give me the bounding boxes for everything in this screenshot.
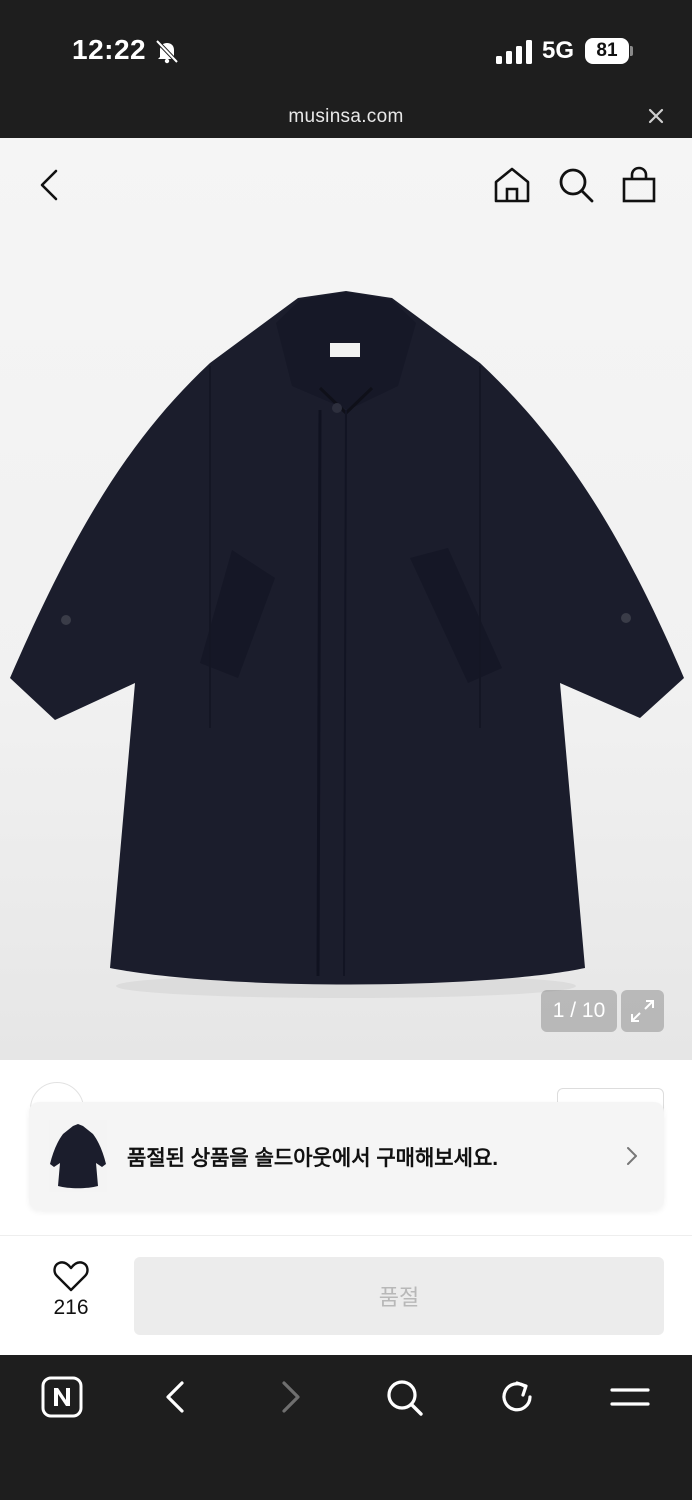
back-nav-icon[interactable] (154, 1375, 198, 1419)
soldout-banner[interactable]: 품절된 상품을 솔드아웃에서 구매해보세요. (29, 1102, 664, 1210)
url-bar[interactable]: musinsa.com (0, 100, 692, 138)
heart-icon (53, 1261, 89, 1292)
status-time: 12:22 (72, 34, 147, 65)
naver-icon[interactable] (40, 1375, 84, 1419)
bell-slash-icon (155, 39, 179, 64)
battery-level: 81 (585, 38, 629, 64)
network-type: 5G (542, 37, 575, 64)
search-icon[interactable] (556, 165, 596, 205)
expand-icon (631, 1000, 654, 1022)
status-bar: 12:22 5G 81 (0, 0, 692, 100)
soldout-button: 품절 (134, 1257, 664, 1335)
battery-icon: 81 (585, 38, 633, 64)
home-icon[interactable] (492, 165, 532, 205)
banner-thumbnail (49, 1120, 107, 1192)
close-icon[interactable] (646, 106, 666, 126)
product-image-gallery[interactable]: 1 / 10 (0, 138, 692, 1060)
product-page: 1 / 10 품절된 상품을 솔드아웃에서 구매해보세요. 216 품절 (0, 138, 692, 1355)
banner-text: 품절된 상품을 솔드아웃에서 구매해보세요. (127, 1147, 499, 1170)
divider (0, 1235, 692, 1236)
search-nav-icon[interactable] (382, 1375, 426, 1419)
browser-toolbar (0, 1355, 692, 1500)
back-icon[interactable] (30, 165, 70, 205)
forward-icon[interactable] (268, 1375, 312, 1419)
like-button[interactable]: 216 (40, 1260, 102, 1326)
chevron-right-icon (627, 1147, 637, 1165)
product-photo-coat (10, 291, 684, 998)
url-text[interactable]: musinsa.com (0, 106, 692, 128)
refresh-icon[interactable] (495, 1375, 539, 1419)
bag-icon[interactable] (619, 165, 659, 205)
expand-button[interactable] (621, 990, 664, 1032)
signal-icon (496, 40, 532, 64)
like-count: 216 (53, 1296, 89, 1319)
menu-icon[interactable] (608, 1375, 652, 1419)
image-counter: 1 / 10 (541, 990, 617, 1032)
